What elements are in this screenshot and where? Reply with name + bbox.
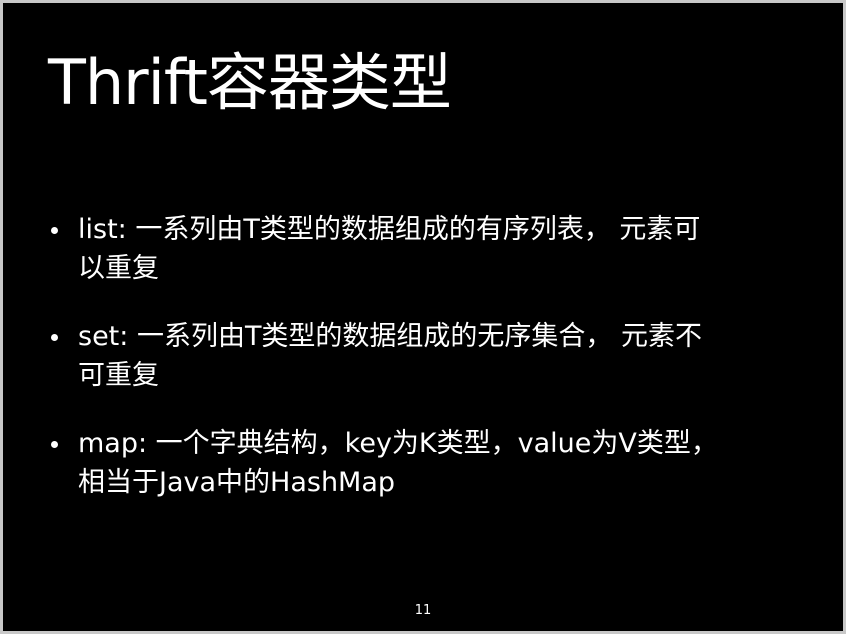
page-number: 11: [414, 603, 432, 618]
bullet-item-list: list: 一系列由T类型的数据组成的有序列表， 元素可 以重复: [47, 210, 807, 288]
slide: Thrift容器类型 list: 一系列由T类型的数据组成的有序列表， 元素可 …: [3, 3, 843, 631]
bullet-dot-icon: [51, 227, 58, 234]
bullet-dot-icon: [51, 334, 58, 341]
bullet-text: map: 一个字典结构，key为K类型，value为V类型， 相当于Java中的…: [78, 428, 718, 498]
bullet-text: set: 一系列由T类型的数据组成的无序集合， 元素不 可重复: [78, 321, 703, 391]
bullet-dot-icon: [51, 441, 58, 448]
bullet-item-map: map: 一个字典结构，key为K类型，value为V类型， 相当于Java中的…: [47, 424, 807, 502]
slide-title: Thrift容器类型: [48, 46, 452, 119]
bullet-item-set: set: 一系列由T类型的数据组成的无序集合， 元素不 可重复: [47, 317, 807, 395]
bullet-text: list: 一系列由T类型的数据组成的有序列表， 元素可 以重复: [78, 214, 701, 284]
bullet-list: list: 一系列由T类型的数据组成的有序列表， 元素可 以重复 set: 一系…: [47, 210, 807, 531]
